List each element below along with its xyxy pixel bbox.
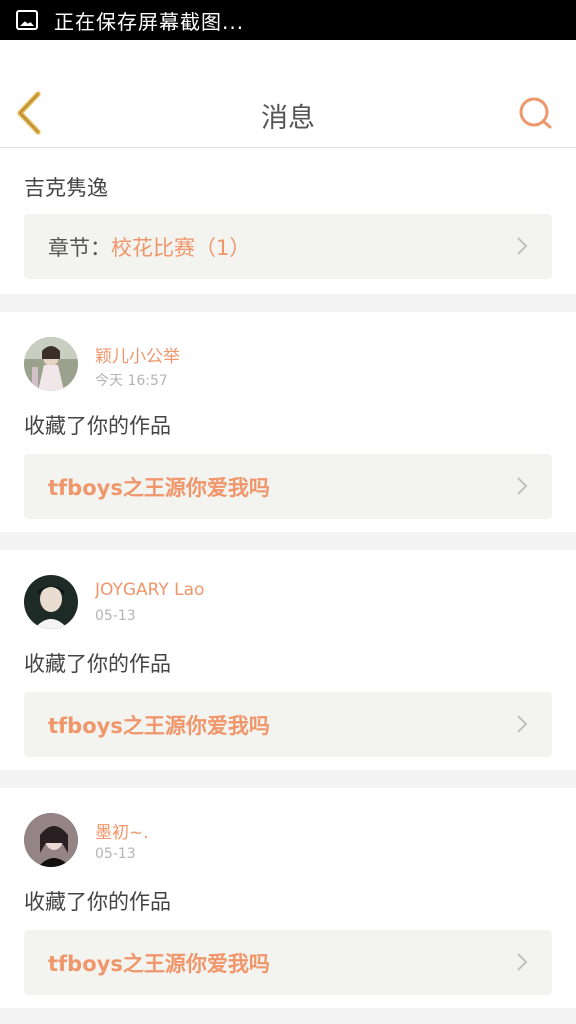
image-icon [16,10,38,30]
work-link[interactable]: tfboys之王源你爱我吗 [24,692,552,757]
chapter-label: 章节： [48,235,111,260]
chapter-title: 校花比赛（1） [111,235,251,260]
page-title: 消息 [261,103,315,134]
avatar[interactable] [24,575,78,629]
search-icon [519,97,552,129]
username[interactable]: JOYGARY Lao [95,580,204,600]
message-action: 收藏了你的作品 [24,414,171,438]
work-title: tfboys之王源你爱我吗 [48,951,270,976]
message-action: 吉克隽逸 [24,176,108,200]
message-card: 墨初~. 05-13 收藏了你的作品 tfboys之王源你爱我吗 [0,788,576,1008]
chevron-right-icon [517,953,528,971]
message-action: 收藏了你的作品 [24,890,171,914]
work-title: tfboys之王源你爱我吗 [48,475,270,500]
avatar[interactable] [24,813,78,867]
message-action: 收藏了你的作品 [24,652,171,676]
status-bar: 正在保存屏幕截图... [0,0,576,40]
divider [0,294,576,312]
divider [0,770,576,788]
work-title: tfboys之王源你爱我吗 [48,713,270,738]
app-header: 消息 [0,40,576,148]
search-button[interactable] [516,94,556,134]
username[interactable]: 颖儿小公举 [95,342,180,367]
chevron-right-icon [517,477,528,495]
work-link[interactable]: tfboys之王源你爱我吗 [24,930,552,995]
status-text: 正在保存屏幕截图... [54,9,245,34]
chevron-right-icon [517,715,528,733]
message-card: 吉克隽逸 章节： 校花比赛（1） [0,148,576,294]
chapter-link[interactable]: 章节： 校花比赛（1） [24,214,552,279]
username[interactable]: 墨初~. [95,818,149,843]
chevron-right-icon [517,237,528,255]
message-card: JOYGARY Lao 05-13 收藏了你的作品 tfboys之王源你爱我吗 [0,550,576,770]
timestamp: 05-13 [95,846,136,862]
work-link[interactable]: tfboys之王源你爱我吗 [24,454,552,519]
message-card: 颖儿小公举 今天 16:57 收藏了你的作品 tfboys之王源你爱我吗 [0,312,576,532]
avatar[interactable] [24,337,78,391]
message-list: 吉克隽逸 章节： 校花比赛（1） 颖儿小公举 今天 16:57 收藏了你的作品 … [0,148,576,1008]
divider [0,532,576,550]
timestamp: 今天 16:57 [95,373,168,389]
timestamp: 05-13 [95,608,136,624]
